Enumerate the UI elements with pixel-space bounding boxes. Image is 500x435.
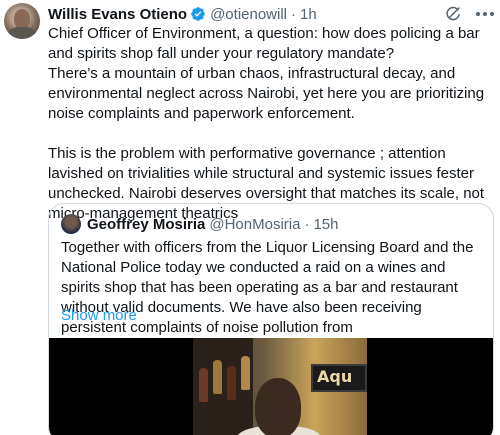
avatar-face <box>14 9 30 29</box>
shop-sign: Aqu <box>311 364 367 392</box>
person-head <box>255 378 301 435</box>
grok-icon[interactable] <box>444 5 462 23</box>
quoted-author-handle: @HonMosiria <box>209 215 301 233</box>
quoted-tweet-header: Geoffrey Mosiria @HonMosiria · 15h <box>61 214 339 234</box>
author-handle[interactable]: @otienowill <box>210 6 287 23</box>
bottle <box>241 356 250 390</box>
quoted-separator-dot: · <box>304 215 310 233</box>
tweet[interactable]: Willis Evans Otieno @otienowill · 1h Chi… <box>0 0 500 435</box>
bottle <box>227 366 236 400</box>
tweet-header: Willis Evans Otieno @otienowill · 1h <box>48 5 317 23</box>
tweet-paragraph: Chief Officer of Environment, a question… <box>48 25 485 122</box>
timestamp[interactable]: 1h <box>300 6 317 23</box>
bottle <box>199 368 208 402</box>
quoted-author-avatar <box>61 214 81 234</box>
author-name[interactable]: Willis Evans Otieno <box>48 6 187 23</box>
tweet-body: Chief Officer of Environment, a question… <box>48 24 494 224</box>
author-avatar[interactable] <box>4 3 40 39</box>
quoted-tweet-media[interactable]: Aqu <box>49 338 493 435</box>
video-frame: Aqu <box>193 338 367 435</box>
quoted-author-name: Geoffrey Mosiria <box>87 215 206 233</box>
avatar-body <box>8 27 36 39</box>
quoted-timestamp: 15h <box>313 215 339 233</box>
show-more-link[interactable]: Show more <box>61 306 137 326</box>
bottle <box>213 360 222 394</box>
separator-dot: · <box>291 5 297 23</box>
more-dot <box>476 12 480 16</box>
more-options-icon[interactable] <box>476 6 494 22</box>
more-dot <box>490 12 494 16</box>
quoted-tweet[interactable]: Geoffrey Mosiria @HonMosiria · 15h Toget… <box>48 203 494 435</box>
more-dot <box>483 12 487 16</box>
verified-badge-icon <box>191 7 205 21</box>
